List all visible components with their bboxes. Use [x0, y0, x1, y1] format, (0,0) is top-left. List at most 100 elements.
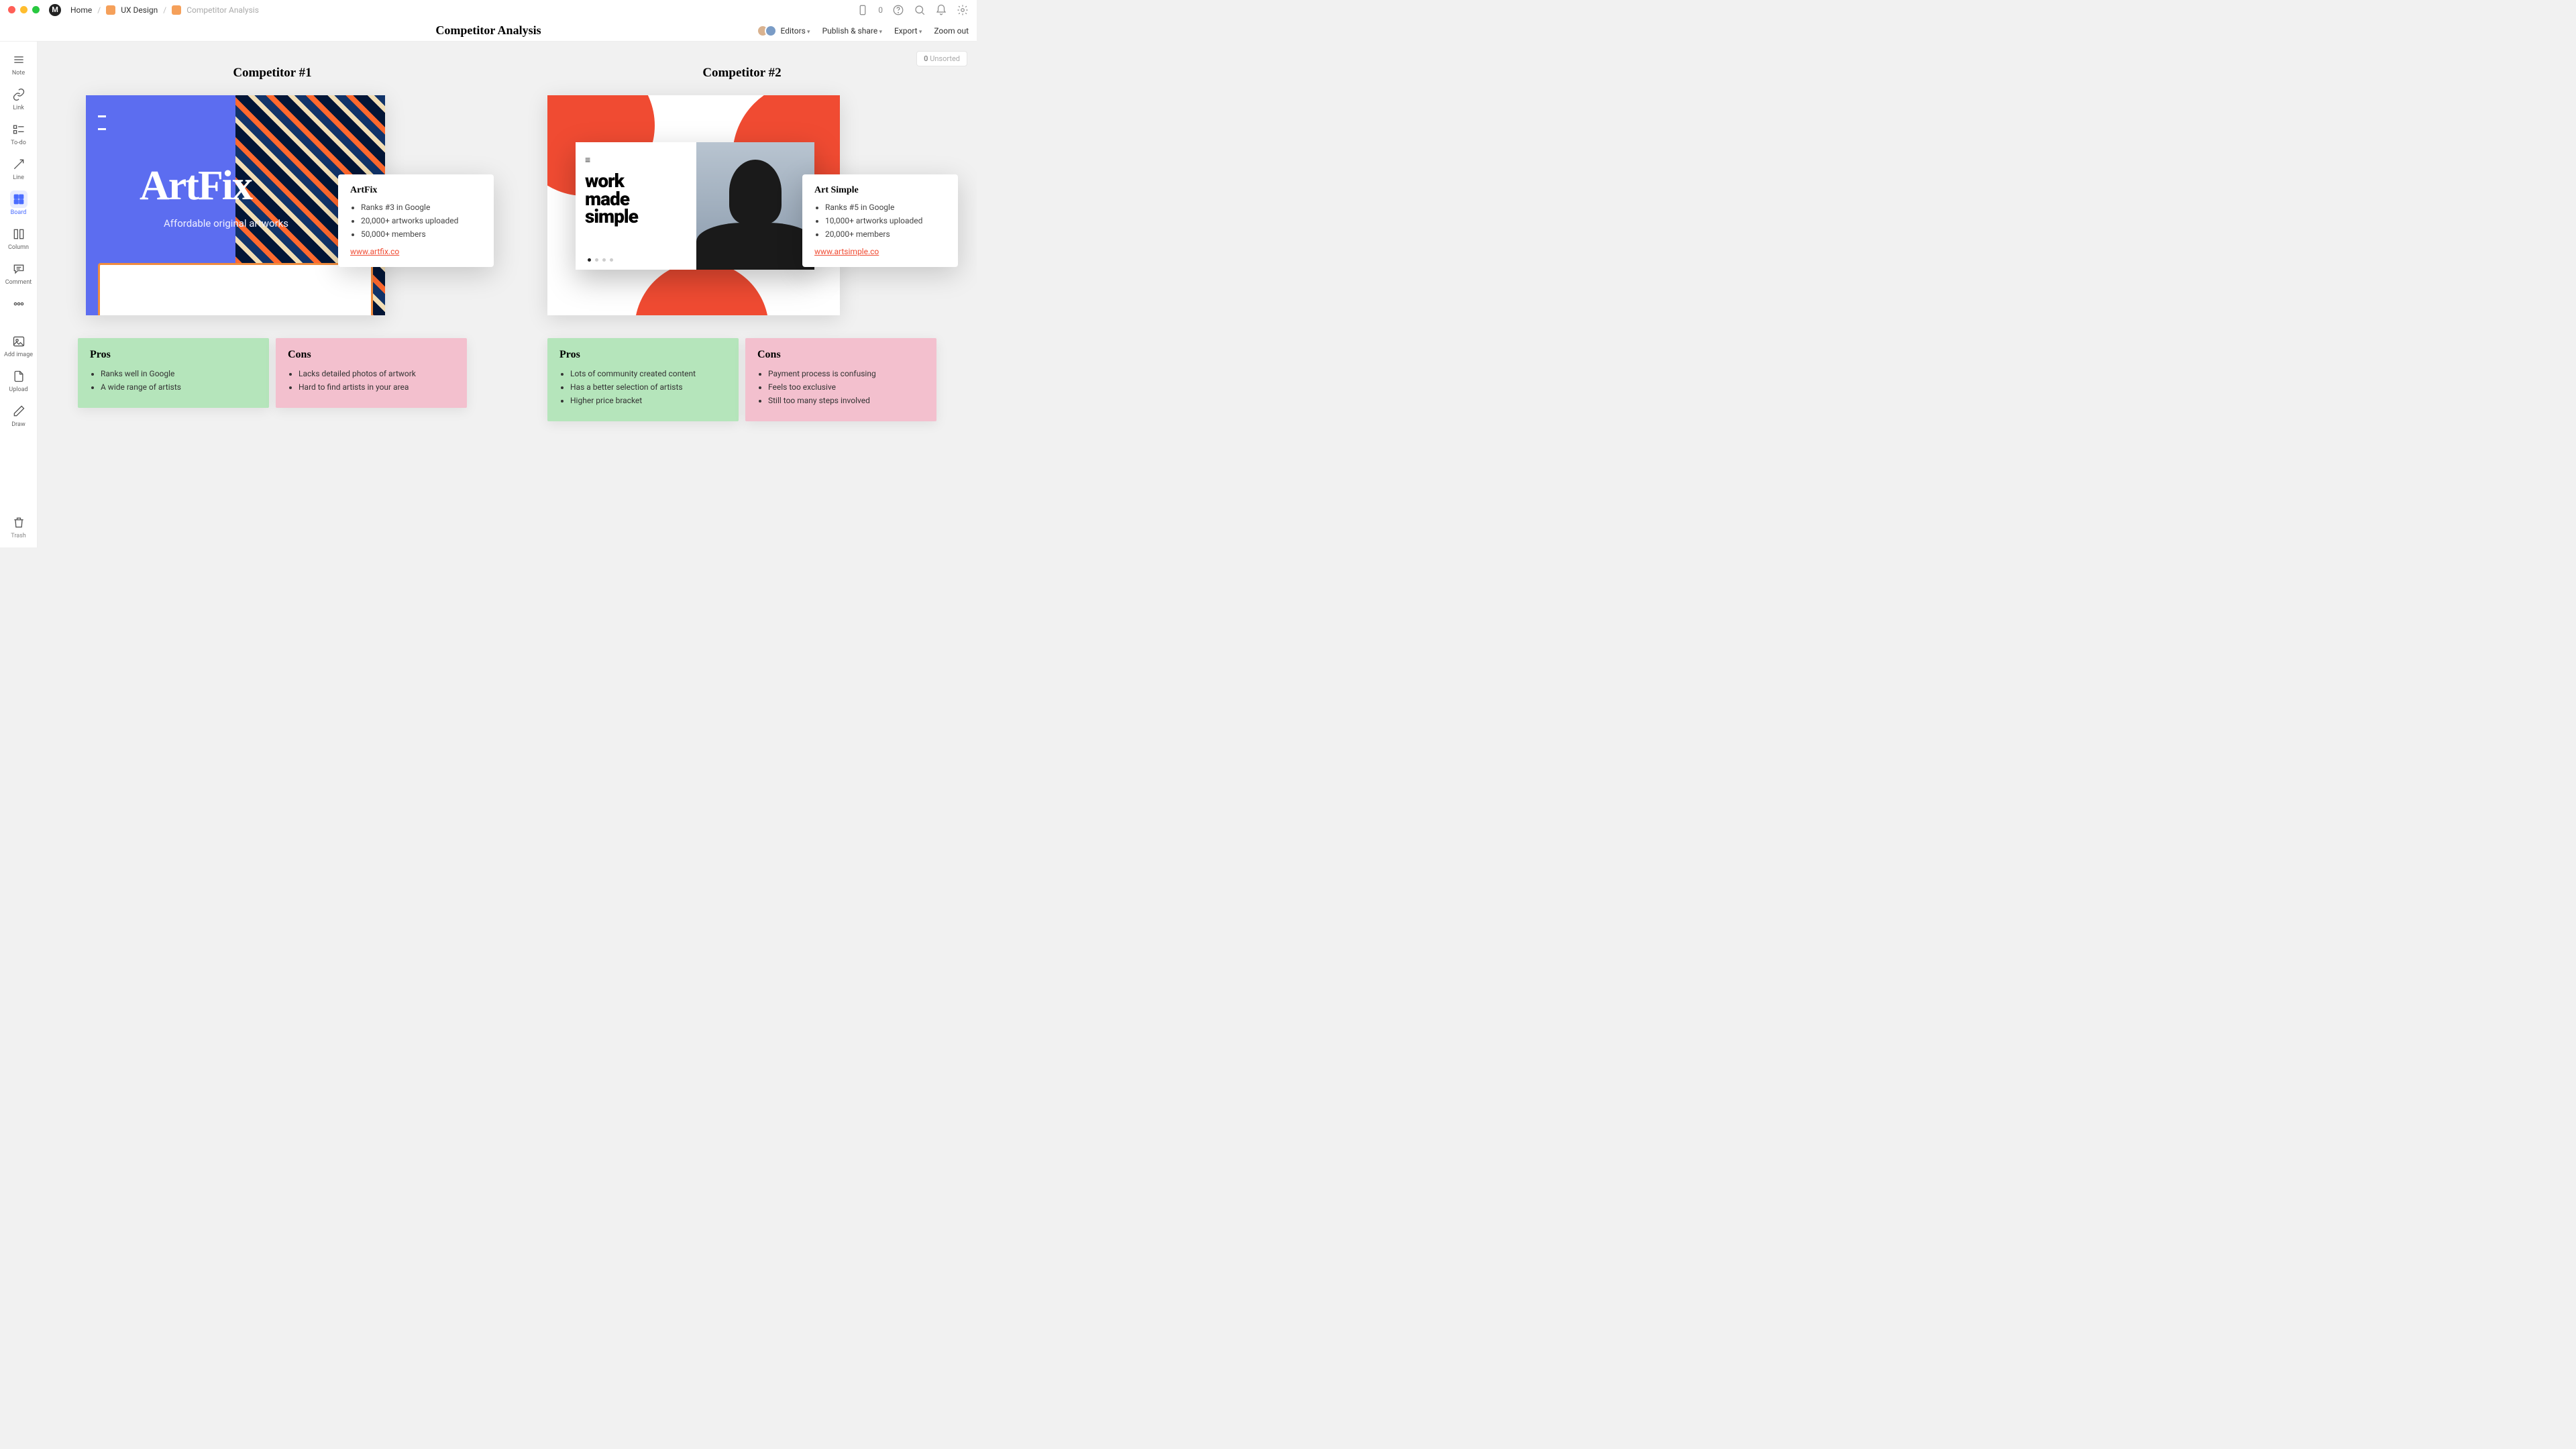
- pros-title: Pros: [90, 349, 257, 361]
- tool-trash[interactable]: Trash: [4, 514, 34, 547]
- window-traffic-lights: [8, 6, 40, 13]
- hamburger-icon: ≡: [585, 154, 687, 166]
- fact-item: Ranks #3 in Google: [361, 203, 482, 212]
- fact-list: Ranks #3 in Google 20,000+ artworks uplo…: [350, 203, 482, 239]
- brand-name: ArtFix: [140, 162, 252, 210]
- search-icon[interactable]: [914, 4, 926, 16]
- tool-line[interactable]: Line: [4, 153, 34, 184]
- editors-dropdown[interactable]: Editors: [781, 26, 810, 36]
- fact-item: 20,000+ members: [825, 229, 946, 239]
- unsorted-label: Unsorted: [930, 54, 960, 63]
- list-item: Higher price bracket: [570, 396, 727, 405]
- list-item: A wide range of artists: [101, 382, 257, 392]
- breadcrumb-current: Competitor Analysis: [186, 5, 259, 15]
- sidebar: Note Link To-do Line Board Column Commen…: [0, 42, 38, 547]
- website-link[interactable]: www.artsimple.co: [814, 247, 879, 256]
- zoom-out-button[interactable]: Zoom out: [934, 26, 969, 36]
- competitor-heading[interactable]: Competitor #2: [547, 66, 936, 80]
- titlebar: Competitor Analysis Editors Publish & sh…: [0, 20, 977, 42]
- fact-item: 20,000+ artworks uploaded: [361, 216, 482, 225]
- cons-card[interactable]: Cons Lacks detailed photos of artwork Ha…: [276, 338, 467, 408]
- help-icon[interactable]: [892, 4, 904, 16]
- competitor-column-1: Competitor #1 ArtFix Affordable original…: [78, 66, 467, 421]
- tool-todo[interactable]: To-do: [4, 118, 34, 149]
- website-link[interactable]: www.artfix.co: [350, 247, 399, 256]
- list-item: Feels too exclusive: [768, 382, 924, 392]
- info-popover[interactable]: ArtFix Ranks #3 in Google 20,000+ artwor…: [338, 174, 494, 267]
- canvas[interactable]: 0 Unsorted Competitor #1 ArtFix Affordab…: [38, 42, 977, 547]
- tool-label: To-do: [11, 140, 26, 146]
- cons-card[interactable]: Cons Payment process is confusing Feels …: [745, 338, 936, 421]
- avatar: [765, 25, 777, 37]
- competitor-column-2: Competitor #2 ≡ work made simple: [547, 66, 936, 421]
- list-item: Lots of community created content: [570, 369, 727, 378]
- model-photo: [696, 142, 814, 270]
- folder-icon: [106, 5, 115, 15]
- minimize-window[interactable]: [20, 6, 28, 13]
- maximize-window[interactable]: [32, 6, 40, 13]
- tool-draw[interactable]: Draw: [4, 400, 34, 431]
- breadcrumb-folder[interactable]: UX Design: [121, 5, 158, 15]
- unsorted-count: 0: [924, 54, 928, 63]
- editor-avatars[interactable]: [761, 25, 777, 37]
- bell-icon[interactable]: [935, 4, 947, 16]
- device-icon[interactable]: [857, 4, 869, 16]
- tool-label: Upload: [9, 386, 28, 393]
- publish-dropdown[interactable]: Publish & share: [822, 26, 882, 36]
- topbar: M Home / UX Design / Competitor Analysis…: [0, 0, 977, 20]
- brand-tagline: Affordable original artworks: [164, 217, 288, 229]
- tool-more[interactable]: [4, 292, 34, 315]
- fact-item: 10,000+ artworks uploaded: [825, 216, 946, 225]
- page-title: Competitor Analysis: [435, 23, 541, 38]
- breadcrumb-separator: /: [163, 5, 166, 15]
- popover-title: ArtFix: [350, 185, 482, 196]
- tool-board[interactable]: Board: [4, 188, 34, 219]
- unsorted-badge[interactable]: 0 Unsorted: [916, 51, 967, 66]
- tool-label: Comment: [5, 279, 32, 286]
- tool-label: Draw: [11, 421, 25, 428]
- pros-card[interactable]: Pros Ranks well in Google A wide range o…: [78, 338, 269, 408]
- settings-icon[interactable]: [957, 4, 969, 16]
- pros-card[interactable]: Pros Lots of community created content H…: [547, 338, 739, 421]
- tool-label: Column: [8, 244, 29, 251]
- list-item: Payment process is confusing: [768, 369, 924, 378]
- list-item: Has a better selection of artists: [570, 382, 727, 392]
- tool-link[interactable]: Link: [4, 83, 34, 114]
- tool-label: Link: [13, 105, 24, 111]
- popover-title: Art Simple: [814, 185, 946, 196]
- tool-label: Note: [12, 70, 25, 76]
- fact-item: Ranks #5 in Google: [825, 203, 946, 212]
- tool-label: Board: [11, 209, 27, 216]
- tool-label: Trash: [11, 533, 25, 539]
- pros-title: Pros: [559, 349, 727, 361]
- cons-title: Cons: [757, 349, 924, 361]
- export-dropdown[interactable]: Export: [894, 26, 922, 36]
- list-item: Still too many steps involved: [768, 396, 924, 405]
- brand-heading: work made simple: [585, 172, 687, 226]
- logo-mark: [98, 107, 118, 111]
- fact-list: Ranks #5 in Google 10,000+ artworks uplo…: [814, 203, 946, 239]
- info-popover[interactable]: Art Simple Ranks #5 in Google 10,000+ ar…: [802, 174, 958, 267]
- close-window[interactable]: [8, 6, 15, 13]
- carousel-dots: [588, 258, 613, 262]
- tool-note[interactable]: Note: [4, 48, 34, 79]
- tool-add-image[interactable]: Add image: [4, 330, 34, 361]
- cons-title: Cons: [288, 349, 455, 361]
- breadcrumb-separator: /: [97, 5, 101, 15]
- device-count: 0: [878, 5, 883, 15]
- list-item: Ranks well in Google: [101, 369, 257, 378]
- tool-comment[interactable]: Comment: [4, 258, 34, 288]
- tool-label: Line: [13, 174, 24, 181]
- tool-upload[interactable]: Upload: [4, 365, 34, 396]
- topbar-right: 0: [857, 4, 969, 16]
- folder-icon: [172, 5, 181, 15]
- content-box: [98, 263, 373, 315]
- app-icon[interactable]: M: [49, 4, 61, 16]
- competitor-heading[interactable]: Competitor #1: [78, 66, 467, 80]
- list-item: Hard to find artists in your area: [299, 382, 455, 392]
- tool-column[interactable]: Column: [4, 223, 34, 254]
- tool-label: Add image: [4, 352, 33, 358]
- inner-card: ≡ work made simple: [576, 142, 814, 270]
- breadcrumb-home[interactable]: Home: [70, 5, 92, 15]
- competitor-hero-image[interactable]: ≡ work made simple: [547, 95, 840, 315]
